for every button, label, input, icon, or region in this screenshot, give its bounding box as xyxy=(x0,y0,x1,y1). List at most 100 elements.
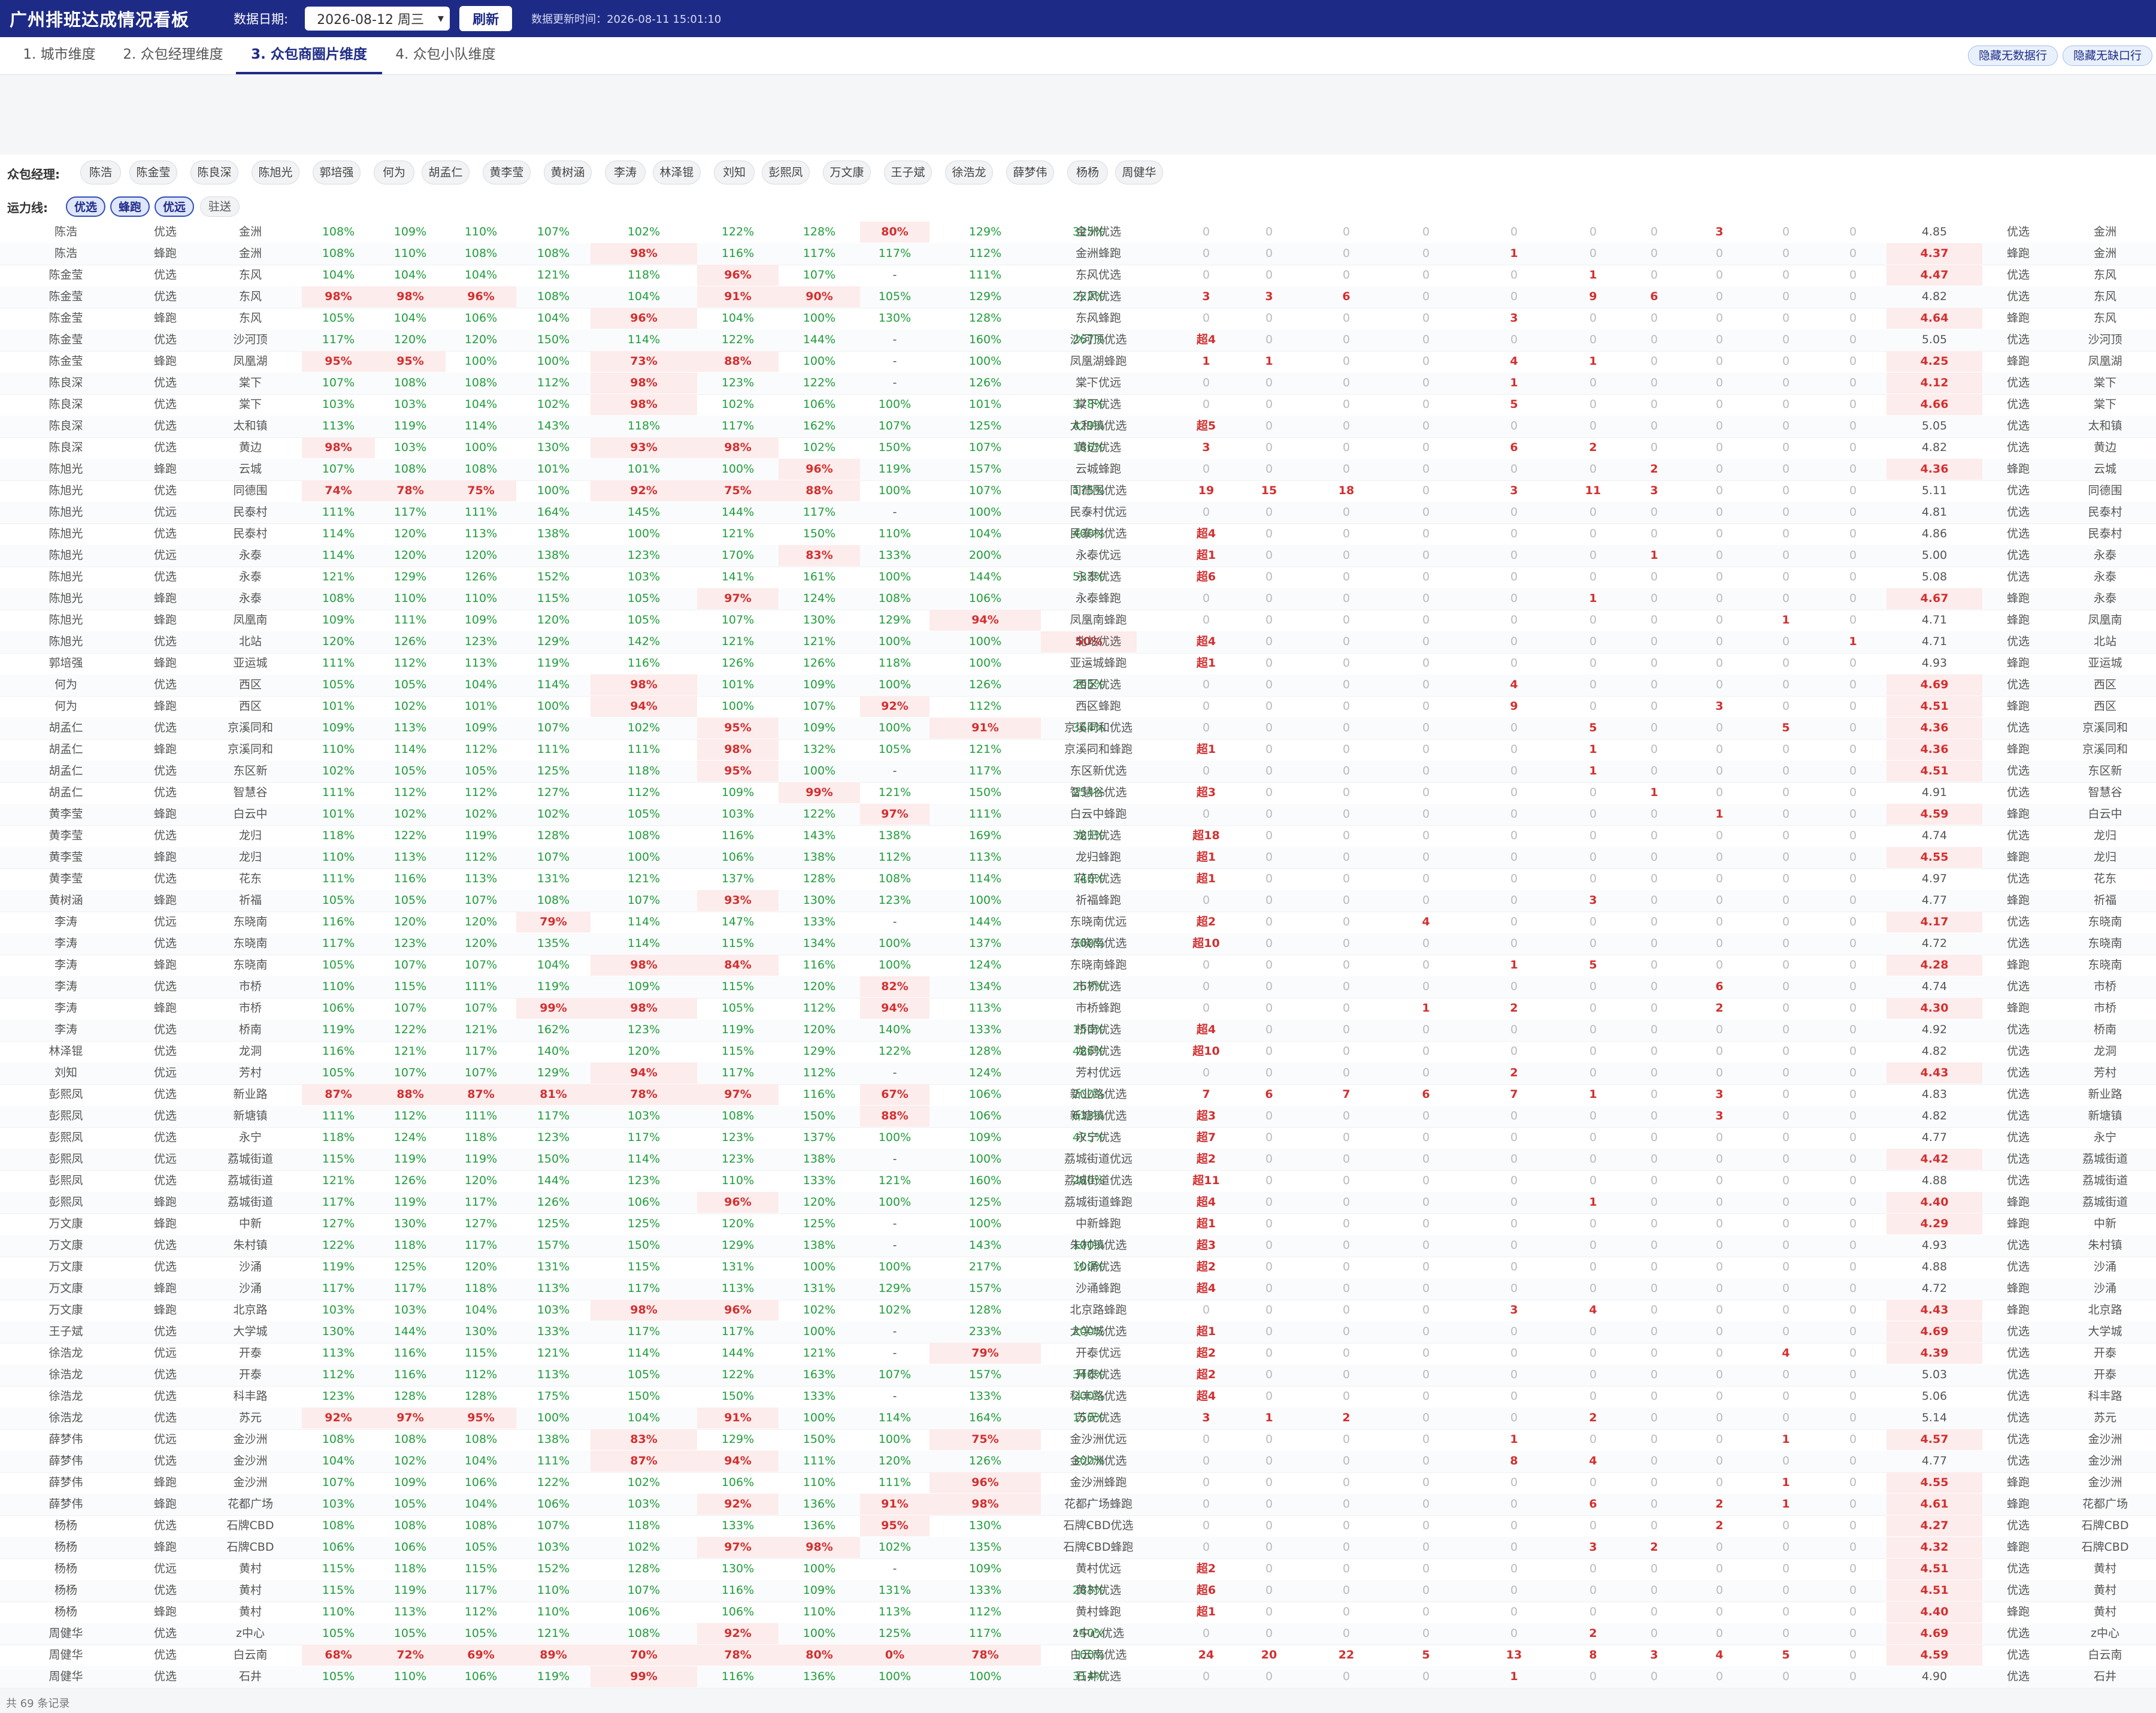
table-row[interactable]: 陈旭光 优选 永泰 121% 129% 126% 152% 103% 141% 161% 100% 1… xyxy=(0,567,2156,589)
table-row[interactable]: 杨杨 优远 黄村 115% 118% 115% 152% 128% 130% 100% -109% -… xyxy=(0,1558,2156,1581)
line-filter-pill[interactable]: 优选 xyxy=(66,196,105,217)
table-row[interactable]: 万文康 蜂跑 中新 127% 130% 127% 125% 125% 120% 125% -100%… xyxy=(0,1213,2156,1236)
manager-chip[interactable]: 林泽锟 xyxy=(653,161,701,184)
table-row[interactable]: 彭熙凤 优远 荔城街道 115% 119% 119% 150% 114% 123% 138% -10… xyxy=(0,1149,2156,1171)
table-row[interactable]: 林泽锟 优选 龙洞 116% 121% 117% 140% 120% 115% 129% 122% 1… xyxy=(0,1041,2156,1063)
table-row[interactable]: 陈旭光 蜂跑 永泰 108% 110% 110% 115% 105% 97% 124% 108% 10… xyxy=(0,588,2156,610)
date-select[interactable]: 2026-08-12 周三 ▾ xyxy=(305,7,450,31)
manager-chip[interactable]: 李涛 xyxy=(605,161,646,184)
tab-city[interactable]: 1. 城市维度 xyxy=(8,37,110,73)
line-filter-pill[interactable]: 优远 xyxy=(155,196,194,217)
table-row[interactable]: 陈金莹 优选 沙河顶 117% 120% 120% 150% 114% 122% 144% -160… xyxy=(0,329,2156,352)
manager-chip[interactable]: 郭培强 xyxy=(313,161,361,184)
table-row[interactable]: 陈良深 优选 黄边 98% 103% 100% 130% 93% 98% 102% 150% 107%… xyxy=(0,437,2156,459)
table-row[interactable]: 胡孟仁 蜂跑 京溪同和 110% 114% 112% 111% 111% 98% 132% 105%… xyxy=(0,739,2156,761)
table-row[interactable]: 徐浩龙 优远 开泰 113% 116% 115% 121% 114% 144% 121% -79% -… xyxy=(0,1343,2156,1365)
manager-chip[interactable]: 徐浩龙 xyxy=(945,161,993,184)
table-row[interactable]: 周健华 优选 z中心 105% 105% 105% 121% 108% 92% 100% 125% 1… xyxy=(0,1623,2156,1645)
table-row[interactable]: 彭熙凤 优选 新塘镇 111% 112% 111% 117% 103% 108% 150% 88% 1… xyxy=(0,1106,2156,1128)
table-row[interactable]: 薛梦伟 优选 金沙洲 104% 102% 104% 111% 87% 94% 111% 120% 12… xyxy=(0,1451,2156,1473)
manager-chip[interactable]: 陈旭光 xyxy=(252,161,299,184)
table-row[interactable]: 陈旭光 优远 永泰 114% 120% 120% 138% 123% 170% 83% 133% 20… xyxy=(0,545,2156,567)
table-row[interactable]: 杨杨 优选 黄村 115% 119% 117% 110% 107% 116% 109% 131% 13… xyxy=(0,1580,2156,1602)
table-row[interactable]: 黄李莹 蜂跑 白云中 101% 102% 102% 102% 105% 103% 122% 97% 1… xyxy=(0,804,2156,826)
table-row[interactable]: 李涛 蜂跑 市桥 106% 107% 107% 99% 98% 105% 112% 94% 113% -… xyxy=(0,998,2156,1020)
table-row[interactable]: 陈金莹 优选 东风 98% 98% 96% 108% 104% 91% 90% 105% 129% 22… xyxy=(0,286,2156,308)
table-row[interactable]: 李涛 优选 市桥 110% 115% 111% 119% 109% 115% 120% 82% 134… xyxy=(0,976,2156,998)
hide-empty-rows-button[interactable]: 隐藏无数据行 xyxy=(1968,46,2058,66)
refresh-button[interactable]: 刷新 xyxy=(459,6,513,31)
table-cell: 121% xyxy=(878,1174,912,1187)
table-row[interactable]: 彭熙凤 优选 新业路 87% 88% 87% 81% 78% 97% 116% 67% 106% 200… xyxy=(0,1084,2156,1106)
table-row[interactable]: 陈旭光 优选 同德围 74% 78% 75% 100% 92% 75% 88% 100% 107% 17… xyxy=(0,480,2156,503)
table-row[interactable]: 薛梦伟 蜂跑 花都广场 103% 105% 104% 106% 103% 92% 136% 91% 9… xyxy=(0,1494,2156,1516)
table-row[interactable]: 薛梦伟 优远 金沙洲 108% 108% 108% 138% 83% 129% 150% 100% 7… xyxy=(0,1429,2156,1451)
table-row[interactable]: 黄树涵 蜂跑 祈福 105% 105% 107% 108% 107% 93% 130% 123% 10… xyxy=(0,890,2156,912)
hide-no-gap-rows-button[interactable]: 隐藏无缺口行 xyxy=(2063,46,2152,66)
table-row[interactable]: 陈旭光 蜂跑 凤凰南 109% 111% 109% 120% 105% 107% 130% 129%… xyxy=(0,610,2156,632)
manager-chip[interactable]: 何为 xyxy=(374,161,414,184)
line-filter-pill[interactable]: 蜂跑 xyxy=(110,196,150,217)
table-row[interactable]: 杨杨 蜂跑 黄村 110% 113% 112% 110% 106% 106% 110% 113% 11… xyxy=(0,1602,2156,1624)
manager-chip[interactable]: 杨杨 xyxy=(1067,161,1108,184)
manager-chip[interactable]: 周健华 xyxy=(1115,161,1163,184)
manager-chip[interactable]: 薛梦伟 xyxy=(1006,161,1054,184)
table-row[interactable]: 陈良深 优选 太和镇 113% 119% 114% 143% 118% 117% 162% 107%… xyxy=(0,416,2156,438)
manager-chip[interactable]: 王子斌 xyxy=(884,161,932,184)
table-row[interactable]: 彭熙凤 优选 永宁 118% 124% 118% 123% 117% 123% 137% 100% 1… xyxy=(0,1127,2156,1149)
table-row[interactable]: 彭熙凤 蜂跑 荔城街道 117% 119% 117% 126% 106% 96% 120% 100%… xyxy=(0,1192,2156,1214)
table-row[interactable]: 万文康 蜂跑 沙涌 117% 117% 118% 113% 117% 113% 131% 129% 1… xyxy=(0,1278,2156,1300)
tab-district[interactable]: 3. 众包商圈片维度 xyxy=(236,37,382,74)
table-row[interactable]: 徐浩龙 优选 科丰路 123% 128% 128% 175% 150% 150% 133% -133… xyxy=(0,1386,2156,1408)
table-row[interactable]: 李涛 优选 东晓南 117% 123% 120% 135% 114% 115% 134% 100% 1… xyxy=(0,933,2156,955)
table-row[interactable]: 徐浩龙 优选 苏元 92% 97% 95% 100% 104% 91% 100% 114% 164% 1… xyxy=(0,1408,2156,1430)
table-row[interactable]: 薛梦伟 蜂跑 金沙洲 107% 109% 106% 122% 102% 106% 110% 111%… xyxy=(0,1472,2156,1494)
table-row[interactable]: 黄李莹 优选 龙归 118% 122% 119% 128% 108% 116% 143% 138% 1… xyxy=(0,825,2156,848)
table-row[interactable]: 万文康 优选 朱村镇 122% 118% 117% 157% 150% 129% 138% -143… xyxy=(0,1235,2156,1257)
table-row[interactable]: 黄李莹 优选 花东 111% 116% 113% 131% 121% 137% 128% 108% 1… xyxy=(0,868,2156,891)
table-row[interactable]: 陈良深 优选 棠下 107% 108% 108% 112% 98% 123% 122% -126% -… xyxy=(0,373,2156,395)
manager-chip[interactable]: 陈浩 xyxy=(80,161,121,184)
table-row[interactable]: 杨杨 蜂跑 石牌CBD 106% 106% 105% 103% 102% 97% 98% 102% 1… xyxy=(0,1537,2156,1559)
table-row[interactable]: 陈良深 优选 棠下 103% 103% 104% 102% 98% 102% 106% 100% 10… xyxy=(0,394,2156,416)
table-row[interactable]: 陈旭光 蜂跑 云城 107% 108% 108% 101% 101% 100% 96% 119% 15… xyxy=(0,459,2156,481)
table-row[interactable]: 万文康 优选 沙涌 119% 125% 120% 131% 115% 131% 100% 100% 2… xyxy=(0,1257,2156,1279)
table-row[interactable]: 万文康 蜂跑 北京路 103% 103% 104% 103% 98% 96% 102% 102% 12… xyxy=(0,1300,2156,1322)
manager-chip[interactable]: 胡孟仁 xyxy=(422,161,470,184)
table-row[interactable]: 胡孟仁 优选 智慧谷 111% 112% 112% 127% 112% 109% 99% 121% 1… xyxy=(0,782,2156,804)
tab-team[interactable]: 4. 众包小队维度 xyxy=(386,37,505,73)
manager-chip[interactable]: 刘知 xyxy=(714,161,755,184)
table-row[interactable]: 胡孟仁 优选 东区新 102% 105% 105% 125% 118% 95% 100% -117%… xyxy=(0,761,2156,783)
table-row[interactable]: 彭熙凤 优选 荔城街道 121% 126% 120% 144% 123% 110% 133% 121… xyxy=(0,1170,2156,1193)
line-filter-pill[interactable]: 驻送 xyxy=(200,196,240,217)
table-row[interactable]: 陈旭光 优选 民泰村 114% 120% 113% 138% 100% 121% 150% 110%… xyxy=(0,523,2156,546)
table-row[interactable]: 陈旭光 优选 北站 120% 126% 123% 129% 142% 121% 121% 100% 1… xyxy=(0,631,2156,653)
table-row[interactable]: 陈金莹 优选 东风 104% 104% 104% 121% 118% 96% 107% -111% -… xyxy=(0,265,2156,287)
table-row[interactable]: 李涛 优远 东晓南 116% 120% 120% 79% 114% 147% 133% -144% -… xyxy=(0,912,2156,934)
table-row[interactable]: 陈旭光 优远 民泰村 111% 117% 111% 164% 145% 144% 117% -100… xyxy=(0,502,2156,524)
table-row[interactable]: 陈金莹 蜂跑 东风 105% 104% 106% 104% 96% 104% 100% 130% 12… xyxy=(0,308,2156,330)
table-row[interactable]: 黄李莹 蜂跑 龙归 110% 113% 112% 107% 100% 106% 138% 112% 1… xyxy=(0,847,2156,869)
table-row[interactable]: 陈浩 优选 金洲 108% 109% 110% 107% 102% 122% 128% 80% 129… xyxy=(0,222,2156,244)
manager-chip[interactable]: 陈金莹 xyxy=(129,161,177,184)
table-row[interactable]: 李涛 优选 桥南 119% 122% 121% 162% 123% 119% 120% 140% 13… xyxy=(0,1019,2156,1042)
table-row[interactable]: 陈金莹 蜂跑 凤凰湖 95% 95% 100% 100% 73% 88% 100% -100% - 凤凰… xyxy=(0,351,2156,373)
table-row[interactable]: 王子斌 优选 大学城 130% 144% 130% 133% 117% 117% 100% -233… xyxy=(0,1321,2156,1343)
manager-chip[interactable]: 黄树涵 xyxy=(544,161,592,184)
table-row[interactable]: 郭培强 蜂跑 亚运城 111% 112% 113% 119% 116% 126% 126% 118%… xyxy=(0,653,2156,675)
manager-chip[interactable]: 黄李莹 xyxy=(483,161,531,184)
table-row[interactable]: 胡孟仁 优选 京溪同和 109% 113% 109% 107% 102% 95% 109% 100%… xyxy=(0,718,2156,740)
manager-chip[interactable]: 万文康 xyxy=(823,161,871,184)
table-row[interactable]: 陈浩 蜂跑 金洲 108% 110% 108% 108% 98% 116% 117% 117% 112… xyxy=(0,243,2156,265)
table-row[interactable]: 刘知 优远 芳村 105% 107% 107% 129% 94% 117% 112% -124% - 芳… xyxy=(0,1063,2156,1085)
tab-manager[interactable]: 2. 众包经理维度 xyxy=(110,37,236,73)
table-row[interactable]: 何为 蜂跑 西区 101% 102% 101% 100% 94% 100% 107% 92% 112%… xyxy=(0,696,2156,718)
table-row[interactable]: 李涛 蜂跑 东晓南 105% 107% 107% 104% 98% 84% 116% 100% 124… xyxy=(0,955,2156,977)
table-row[interactable]: 何为 优选 西区 105% 105% 104% 114% 98% 101% 109% 100% 126… xyxy=(0,674,2156,697)
manager-chip[interactable]: 陈良深 xyxy=(190,161,238,184)
table-row[interactable]: 周健华 优选 石井 105% 110% 106% 119% 99% 116% 136% 100% 10… xyxy=(0,1666,2156,1688)
table-row[interactable]: 周健华 优选 白云南 68% 72% 69% 89% 70% 78% 80% 0% 78% 100% 白云… xyxy=(0,1645,2156,1667)
table-row[interactable]: 徐浩龙 优选 开泰 112% 116% 112% 113% 105% 122% 163% 107% 1… xyxy=(0,1364,2156,1387)
manager-chip[interactable]: 彭熙凤 xyxy=(762,161,810,184)
table-row[interactable]: 杨杨 优选 石牌CBD 108% 108% 108% 107% 118% 133% 136% 95%… xyxy=(0,1515,2156,1538)
